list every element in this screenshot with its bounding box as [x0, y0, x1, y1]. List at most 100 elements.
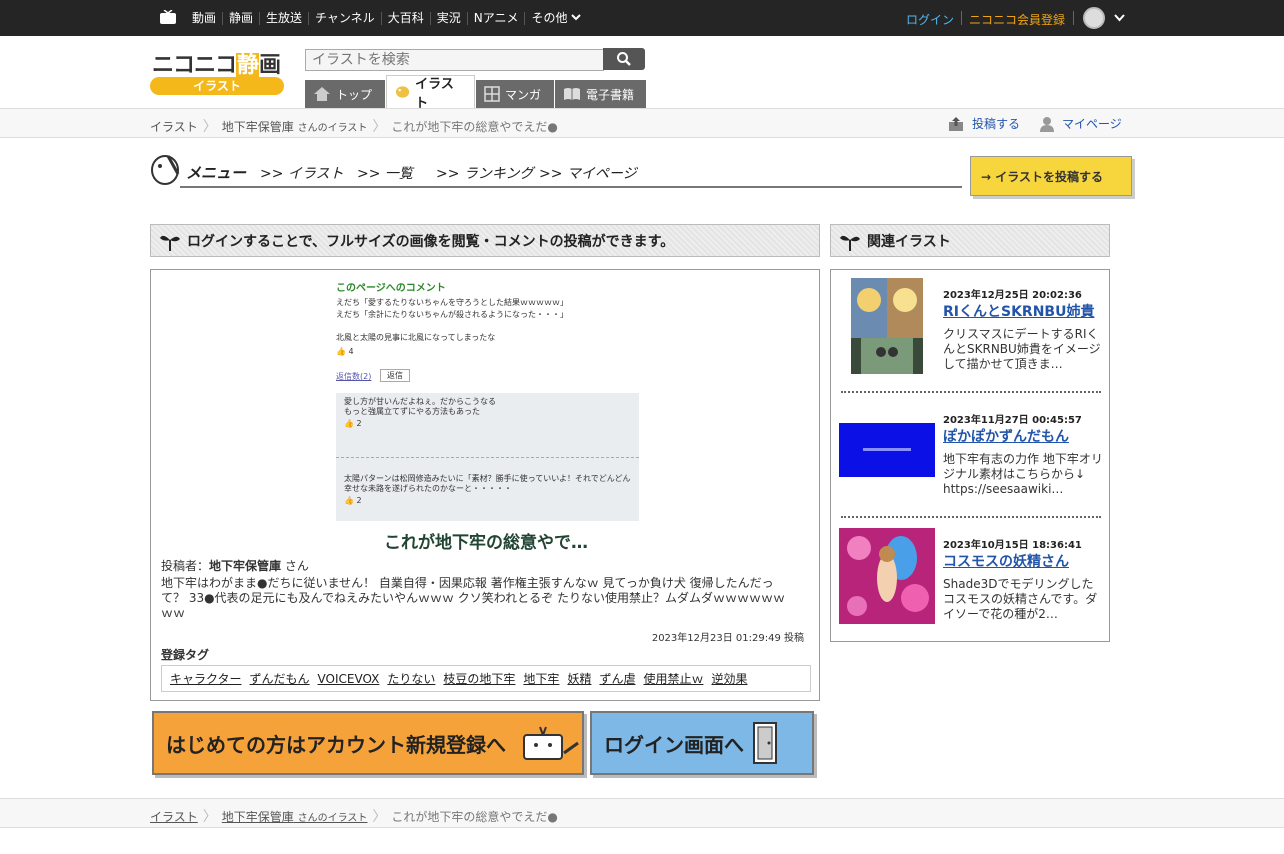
breadcrumb-user[interactable]: 地下牢保管庫 さんのイラスト	[222, 118, 368, 135]
nav-link-dic[interactable]: 大百科	[380, 11, 430, 25]
niconico-tv-icon[interactable]	[159, 10, 177, 25]
post-link[interactable]: 投稿する	[948, 115, 1020, 132]
nav-link-nanime[interactable]: Nアニメ	[466, 11, 525, 25]
chevron-down-icon	[571, 13, 582, 20]
palette-icon	[151, 155, 180, 185]
logo-text-main: ニコニコ	[152, 53, 237, 78]
poster-name[interactable]: 地下牢保管庫	[209, 559, 281, 573]
tag-item[interactable]: 妖精	[567, 670, 591, 687]
breadcrumb-root[interactable]: イラスト	[150, 808, 198, 825]
related-item[interactable]: 2023年10月15日 18:36:41 コスモスの妖精さん Shade3Dでモ…	[839, 526, 1103, 636]
tab-ebook-label: 電子書籍	[586, 87, 635, 102]
thumb-like-count: 2	[356, 496, 362, 505]
upload-icon	[949, 116, 963, 131]
login-notice-text: ログインすることで、フルサイズの画像を閲覧・コメントの投稿ができます。	[187, 233, 675, 250]
tab-manga[interactable]: マンガ	[476, 80, 554, 108]
menu-item-mypage[interactable]: >> マイページ	[539, 163, 637, 183]
divider	[841, 516, 1101, 518]
poster-info: 投稿者：地下牢保管庫 さん	[161, 557, 309, 574]
nav-link-channel[interactable]: チャンネル	[308, 11, 381, 25]
logo-sub: イラスト	[150, 77, 284, 95]
menu-item-list[interactable]: >> 一覧	[357, 163, 413, 183]
related-date: 2023年12月25日 20:02:36	[943, 290, 1082, 301]
footer-breadcrumb-bar: イラスト 〉 地下牢保管庫 さんのイラスト 〉 これが地下牢の総意やでえだ●	[0, 798, 1284, 828]
nav-link-live[interactable]: 生放送	[259, 11, 308, 25]
chevron-down-icon[interactable]	[1113, 12, 1126, 24]
tab-top[interactable]: トップ	[305, 80, 385, 108]
breadcrumb-user[interactable]: 地下牢保管庫 さんのイラスト	[222, 808, 368, 825]
related-thumbnail[interactable]	[839, 423, 935, 477]
related-title-link[interactable]: コスモスの妖精さん	[943, 551, 1069, 571]
related-title: 関連イラスト	[867, 233, 951, 250]
tag-item[interactable]: ずん虐	[599, 670, 635, 687]
related-item[interactable]: 2023年11月27日 00:45:57 ぽかぽかずんだもん 地下牢有志の力作 …	[839, 401, 1103, 511]
palette-icon	[395, 86, 410, 98]
tag-item[interactable]: 使用禁止ｗ	[643, 670, 703, 687]
login-cta-button[interactable]: ログイン画面へ	[590, 711, 814, 775]
register-link[interactable]: ニコニコ会員登録	[969, 11, 1065, 28]
tab-top-label: トップ	[336, 87, 373, 102]
category-tabs: トップ イラスト マンガ 電子書籍	[305, 75, 647, 111]
breadcrumb-root[interactable]: イラスト	[150, 118, 198, 135]
thumb-text: 幸せな未路を遂げられたのかなーと・・・・・	[344, 484, 512, 493]
related-thumbnail[interactable]	[839, 528, 935, 624]
breadcrumb-current: これが地下牢の総意やでえだ●	[391, 809, 558, 824]
related-title-link[interactable]: ぽかぽかずんだもん	[943, 426, 1069, 446]
related-title-link[interactable]: RIくんとSKRNBU姉貴	[943, 301, 1094, 321]
search-input[interactable]	[305, 49, 604, 71]
tv-mascot-icon	[523, 726, 579, 760]
top-nav: 動画 静画 生放送 チャンネル 大百科 実況 Nアニメ その他 ログイン ニコニ…	[0, 0, 1284, 36]
avatar[interactable]	[1083, 7, 1105, 29]
login-link[interactable]: ログイン	[906, 11, 954, 28]
post-illust-button[interactable]: → イラストを投稿する	[970, 156, 1132, 196]
menu-item-ranking[interactable]: >> ランキング	[436, 163, 534, 183]
related-date: 2023年11月27日 00:45:57	[943, 415, 1082, 426]
tag-item[interactable]: ずんだもん	[250, 670, 310, 687]
menu-item-illust[interactable]: >> イラスト	[260, 163, 344, 183]
logo-text-highlight: 静	[236, 53, 259, 78]
thumb-reply-button: 返信	[380, 369, 410, 382]
related-thumbnail[interactable]	[851, 278, 923, 374]
thumb-like-count: 2	[356, 419, 362, 428]
search-button[interactable]	[603, 48, 645, 70]
thumb-replies: 返信数(2)	[336, 372, 372, 381]
tag-list: キャラクター ずんだもん VOICEVOX たりない 枝豆の地下牢 地下牢 妖精…	[161, 665, 811, 692]
illust-thumbnail[interactable]: このページへのコメント えだち「愛するたりないちゃんを守ろうとした結果ｗｗｗｗｗ…	[336, 279, 639, 521]
sub-menu: メニュー >> イラスト >> 一覧 >> ランキング >> マイページ → イ…	[150, 150, 1132, 200]
logo-text: ニコニコ静画	[152, 47, 281, 79]
tag-item[interactable]: キャラクター	[170, 670, 242, 687]
logo-text-rest: 画	[259, 53, 281, 78]
breadcrumb-separator: 〉	[372, 809, 387, 825]
related-list: 2023年12月25日 20:02:36 RIくんとSKRNBU姉貴 クリスマス…	[830, 269, 1110, 642]
header: ニコニコ静画 イラスト トップ イラスト マンガ 電子書籍	[0, 36, 1284, 111]
tag-item[interactable]: VOICEVOX	[318, 672, 380, 686]
tab-ebook[interactable]: 電子書籍	[555, 80, 646, 108]
breadcrumb-separator: 〉	[202, 809, 217, 825]
tag-item[interactable]: 逆効果	[711, 670, 747, 687]
thumb-text: 北風と太陽の見事に北風になってしまったな	[336, 333, 496, 342]
breadcrumb-bar: イラスト 〉 地下牢保管庫 さんのイラスト 〉 これが地下牢の総意やでえだ● 投…	[0, 108, 1284, 138]
book-icon	[564, 88, 580, 100]
tag-item[interactable]: 地下牢	[523, 670, 559, 687]
tab-illust[interactable]: イラスト	[386, 75, 475, 111]
poster-suffix: さん	[281, 559, 309, 573]
thumb-text: もっと強属立てずにやる方法もあった	[344, 407, 480, 416]
illust-description: 地下牢はわがまま●だちに従いません！ 自業自得・因果応報 著作権主張すんなｗ 見…	[161, 576, 785, 620]
nav-link-seiga[interactable]: 静画	[222, 11, 259, 25]
mypage-link[interactable]: マイページ	[1040, 115, 1122, 132]
divider	[961, 11, 962, 25]
nav-link-more-label: その他	[531, 10, 568, 25]
seiga-logo[interactable]: ニコニコ静画 イラスト	[150, 47, 285, 97]
tag-item[interactable]: 枝豆の地下牢	[443, 670, 515, 687]
sprout-icon	[160, 235, 180, 251]
thumb-like: 👍 2	[344, 419, 362, 428]
related-item[interactable]: 2023年12月25日 20:02:36 RIくんとSKRNBU姉貴 クリスマス…	[839, 276, 1103, 386]
user-icon	[1040, 116, 1054, 132]
nav-link-video[interactable]: 動画	[190, 11, 222, 25]
nav-link-jikkyo[interactable]: 実況	[429, 11, 467, 25]
register-cta-button[interactable]: はじめての方はアカウント新規登録へ	[152, 711, 584, 775]
related-heading: 関連イラスト	[830, 224, 1110, 257]
nav-link-more[interactable]: その他	[524, 10, 587, 25]
post-link-label: 投稿する	[972, 117, 1021, 131]
tag-item[interactable]: たりない	[387, 670, 435, 687]
